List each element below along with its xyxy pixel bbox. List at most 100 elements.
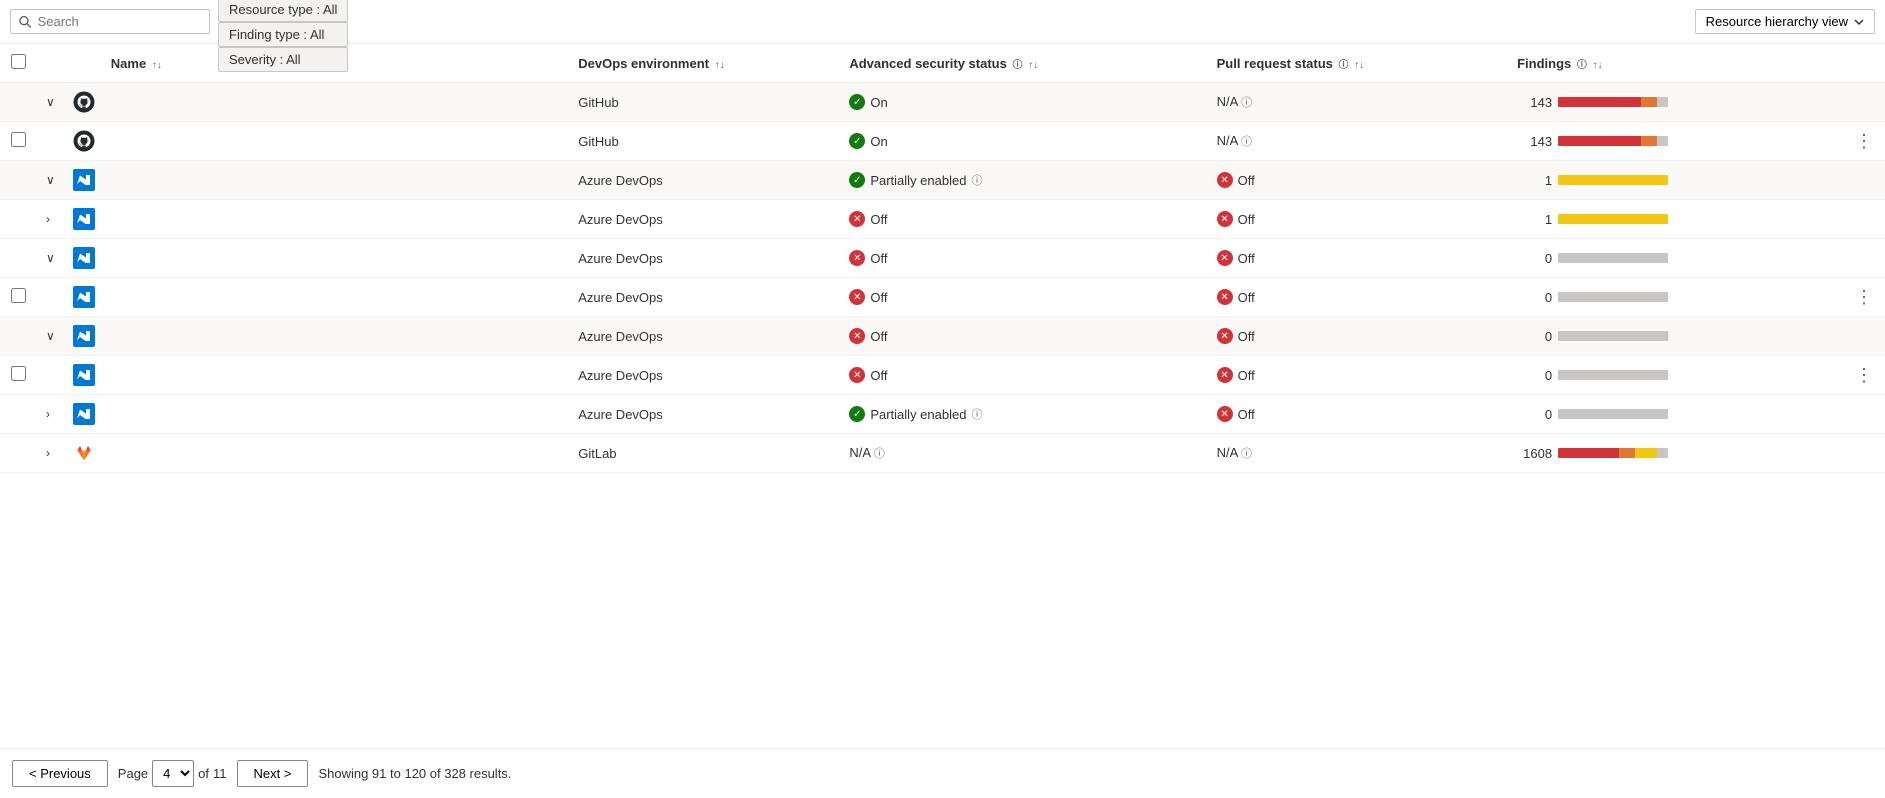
name-cell (103, 278, 570, 317)
adv-info-icon: ⓘ (1012, 60, 1022, 71)
findings-bar (1558, 409, 1668, 419)
actions-cell[interactable]: ⋮ (1843, 122, 1885, 161)
icon-cell (65, 239, 103, 278)
findings-container: 0 (1517, 329, 1835, 344)
select-all-header[interactable] (0, 44, 36, 83)
expand-button[interactable]: › (44, 444, 52, 462)
findings-number: 0 (1517, 329, 1552, 344)
findings-container: 1608 (1517, 446, 1835, 461)
name-cell (103, 434, 570, 473)
select-all-checkbox[interactable] (11, 54, 26, 69)
filter-chip-finding-type[interactable]: Finding type : All (218, 22, 348, 47)
findings-bar (1558, 448, 1668, 458)
adv-status: Partially enabledⓘ (849, 406, 1200, 422)
expand-cell[interactable]: ∨ (36, 161, 65, 200)
hierarchy-view-button[interactable]: Resource hierarchy view (1695, 9, 1875, 34)
search-input[interactable] (38, 14, 201, 29)
expand-button[interactable]: ∨ (44, 93, 57, 111)
adv-security-cell: Off (841, 200, 1208, 239)
findings-bar (1558, 214, 1668, 224)
findings-sort-icon: ↑↓ (1593, 60, 1603, 71)
icon-cell:  (65, 83, 103, 122)
filter-chip-severity[interactable]: Severity : All (218, 47, 348, 72)
adv-info-icon: ⓘ (971, 172, 982, 188)
status-off-icon (849, 211, 865, 227)
expand-button[interactable]: ∨ (44, 249, 57, 267)
of-label: of (198, 766, 209, 781)
table-row: ∨ Azure DevOps Off Off 0 (0, 239, 1885, 278)
status-off-icon (1217, 406, 1233, 422)
check-cell[interactable] (0, 278, 36, 317)
github-icon:  (73, 91, 95, 113)
row-checkbox[interactable] (11, 132, 26, 147)
status-off-icon (1217, 289, 1233, 305)
findings-cell: 1 (1509, 161, 1843, 200)
toolbar: Subscription ==Resource type : AllFindin… (0, 0, 1885, 44)
azure-devops-icon (73, 325, 95, 347)
filter-chip-resource-type[interactable]: Resource type : All (218, 0, 348, 22)
icon-cell (65, 434, 103, 473)
adv-status: Off (849, 289, 1200, 305)
table-row: › Azure DevOps Partially enabledⓘ Off 0 (0, 395, 1885, 434)
expand-button[interactable]: › (44, 210, 52, 228)
search-box[interactable] (10, 9, 210, 34)
filter-chips: Subscription ==Resource type : AllFindin… (218, 0, 348, 72)
name-cell (103, 317, 570, 356)
previous-button[interactable]: < Previous (12, 760, 108, 787)
actions-cell[interactable]: ⋮ (1843, 278, 1885, 317)
table-row: Azure DevOps Off Off 0 ⋮ (0, 278, 1885, 317)
findings-header[interactable]: Findings ⓘ ↑↓ (1509, 44, 1843, 83)
check-cell[interactable] (0, 122, 36, 161)
actions-header (1843, 44, 1885, 83)
pr-info-icon: ⓘ (1339, 60, 1349, 71)
expand-button[interactable]: › (44, 405, 52, 423)
adv-status: On (849, 94, 1200, 110)
findings-cell: 0 (1509, 317, 1843, 356)
findings-container: 0 (1517, 407, 1835, 422)
devops-header[interactable]: DevOps environment ↑↓ (570, 44, 841, 83)
devops-cell: Azure DevOps (570, 200, 841, 239)
expand-button[interactable]: ∨ (44, 171, 57, 189)
expand-cell (36, 278, 65, 317)
check-cell[interactable] (0, 356, 36, 395)
adv-security-header[interactable]: Advanced security status ⓘ ↑↓ (841, 44, 1208, 83)
page-dropdown[interactable]: 4 (152, 760, 194, 787)
expand-cell[interactable]: ∨ (36, 317, 65, 356)
pr-status-header[interactable]: Pull request status ⓘ ↑↓ (1209, 44, 1509, 83)
expand-cell (36, 122, 65, 161)
row-checkbox[interactable] (11, 366, 26, 381)
findings-container: 143 (1517, 134, 1835, 149)
azure-devops-icon (73, 364, 95, 386)
expand-cell[interactable]: › (36, 434, 65, 473)
expand-cell[interactable]: ∨ (36, 83, 65, 122)
more-options-button[interactable]: ⋮ (1851, 132, 1877, 150)
pr-status-cell: Off (1209, 161, 1509, 200)
findings-cell: 0 (1509, 356, 1843, 395)
expand-cell[interactable]: › (36, 395, 65, 434)
azure-devops-icon (73, 169, 95, 191)
devops-cell: Azure DevOps (570, 356, 841, 395)
check-cell (0, 317, 36, 356)
azure-devops-icon (73, 208, 95, 230)
expand-button[interactable]: ∨ (44, 327, 57, 345)
next-button[interactable]: Next > (237, 760, 309, 787)
adv-status: Off (849, 328, 1200, 344)
expand-cell[interactable]: ∨ (36, 239, 65, 278)
findings-cell: 0 (1509, 395, 1843, 434)
name-cell (103, 200, 570, 239)
pr-status-cell: Off (1209, 317, 1509, 356)
expand-cell[interactable]: › (36, 200, 65, 239)
more-options-button[interactable]: ⋮ (1851, 288, 1877, 306)
findings-bar (1558, 97, 1668, 107)
devops-cell: GitHub (570, 83, 841, 122)
table-row: ∨  GitHub On N/A ⓘ 143 (0, 83, 1885, 122)
status-on-icon (849, 94, 865, 110)
actions-cell[interactable]: ⋮ (1843, 356, 1885, 395)
more-options-button[interactable]: ⋮ (1851, 366, 1877, 384)
row-checkbox[interactable] (11, 288, 26, 303)
pr-status-cell: Off (1209, 278, 1509, 317)
findings-container: 0 (1517, 368, 1835, 383)
devops-cell: Azure DevOps (570, 161, 841, 200)
icon-cell (65, 200, 103, 239)
adv-na: N/A ⓘ (849, 445, 885, 460)
